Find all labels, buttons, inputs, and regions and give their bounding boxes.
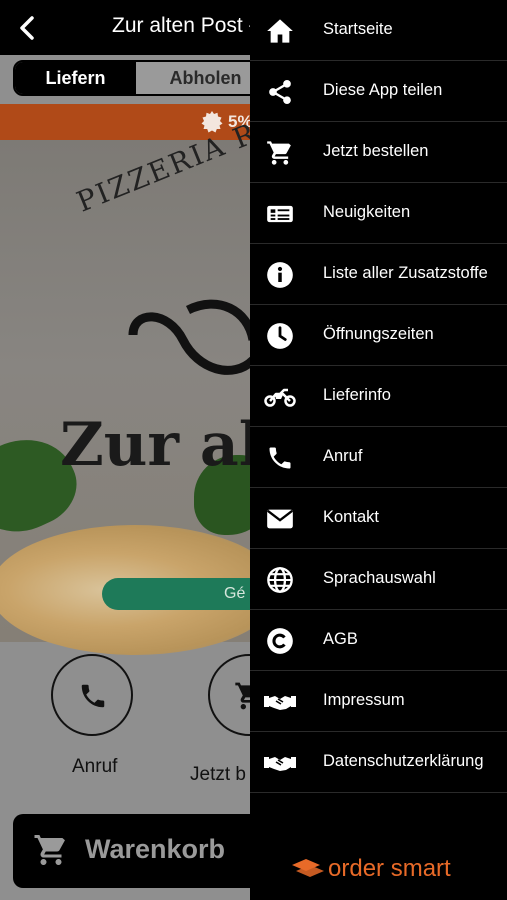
menu-item-news[interactable]: Neuigkeiten xyxy=(250,183,507,244)
cart-icon xyxy=(267,141,291,165)
phone-icon xyxy=(269,447,291,469)
globe-icon xyxy=(267,567,293,593)
menu-item-label: Diese App teilen xyxy=(323,81,443,99)
app-title: Zur alten Post - xyxy=(112,14,256,37)
back-arrow-icon[interactable] xyxy=(14,14,42,42)
menu-item-label: Kontakt xyxy=(323,508,379,526)
menu-item-imprint[interactable]: Impressum xyxy=(250,671,507,732)
menu-item-share-app[interactable]: Diese App teilen xyxy=(250,61,507,122)
menu-item-label: AGB xyxy=(323,630,358,648)
menu-item-additives[interactable]: Liste aller Zusatzstoffe xyxy=(250,244,507,305)
order-smart-logo-text: order smart xyxy=(328,855,451,882)
menu-item-label: Impressum xyxy=(323,691,405,709)
menu-item-terms[interactable]: AGB xyxy=(250,610,507,671)
handshake-icon xyxy=(264,757,296,771)
menu-item-delivery-info[interactable]: Lieferinfo xyxy=(250,366,507,427)
clock-icon xyxy=(267,323,293,349)
menu-item-label: Neuigkeiten xyxy=(323,203,411,221)
copyright-icon xyxy=(267,628,293,654)
order-action-label: Jetzt b xyxy=(190,764,246,785)
navigation-drawer: Startseite Diese App teilen Jetzt bestel… xyxy=(250,0,507,900)
menu-item-label: Anruf xyxy=(323,447,363,465)
handshake-icon xyxy=(264,696,296,710)
cart-label: Warenkorb xyxy=(85,834,226,864)
menu-item-label: Sprachauswahl xyxy=(323,569,436,587)
phone-icon xyxy=(81,684,105,708)
tab-deliver[interactable]: Liefern xyxy=(15,62,136,94)
delivery-mode-toggle: Liefern Abholen xyxy=(13,60,273,96)
call-action-button[interactable] xyxy=(51,654,133,736)
menu-item-privacy[interactable]: Datenschutzerklärung xyxy=(250,732,507,793)
order-smart-logo-icon xyxy=(292,859,324,877)
menu-item-label: Lieferinfo xyxy=(323,386,391,404)
menu-item-language[interactable]: Sprachauswahl xyxy=(250,549,507,610)
menu-item-label: Jetzt bestellen xyxy=(323,142,429,160)
cart-icon xyxy=(34,835,65,865)
menu-item-call[interactable]: Anruf xyxy=(250,427,507,488)
info-icon xyxy=(267,262,293,288)
home-icon xyxy=(267,19,293,43)
menu-item-label: Liste aller Zusatzstoffe xyxy=(323,264,488,282)
menu-item-startseite[interactable]: Startseite xyxy=(250,0,507,61)
envelope-icon xyxy=(267,509,293,529)
menu-item-label: Startseite xyxy=(323,20,393,38)
news-icon xyxy=(267,205,293,223)
motorcycle-icon xyxy=(264,388,296,407)
call-action-label: Anruf xyxy=(72,756,118,777)
menu-item-label: Datenschutzerklärung xyxy=(323,752,484,770)
share-icon xyxy=(269,79,291,105)
menu-item-opening-hours[interactable]: Öffnungszeiten xyxy=(250,305,507,366)
menu-item-contact[interactable]: Kontakt xyxy=(250,488,507,549)
menu-item-order-now[interactable]: Jetzt bestellen xyxy=(250,122,507,183)
menu-item-label: Öffnungszeiten xyxy=(323,325,434,343)
post-horn-logo xyxy=(128,299,258,375)
